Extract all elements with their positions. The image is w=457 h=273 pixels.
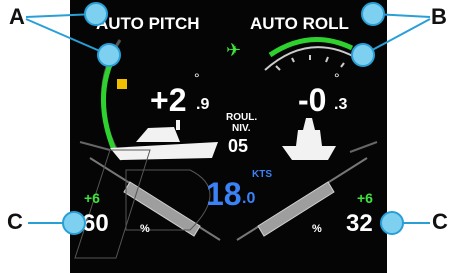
callout-c-left-marker: [62, 211, 86, 235]
callout-a-marker-arc: [97, 43, 121, 67]
callout-c-right-marker: [380, 211, 404, 235]
callout-a-marker-top: [84, 2, 108, 26]
callout-b-marker-arc: [351, 43, 375, 67]
callout-b-marker-top: [361, 2, 385, 26]
